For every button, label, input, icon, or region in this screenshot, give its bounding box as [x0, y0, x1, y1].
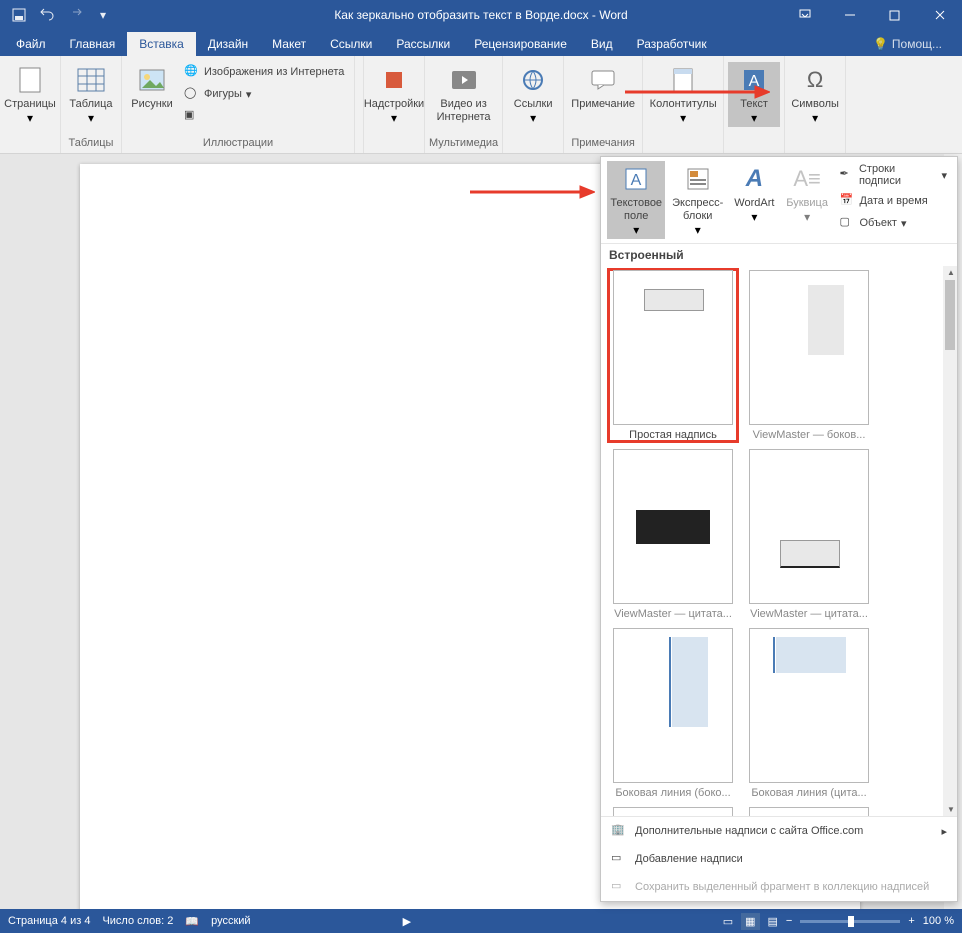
video-icon — [448, 64, 480, 96]
tables-group-label: Таблицы — [69, 135, 114, 151]
status-page[interactable]: Страница 4 из 4 — [8, 915, 90, 927]
tab-insert[interactable]: Вставка — [127, 32, 196, 56]
status-words[interactable]: Число слов: 2 — [102, 915, 173, 927]
zoom-in-button[interactable]: + — [908, 915, 914, 927]
tab-layout[interactable]: Макет — [260, 32, 318, 56]
save-icon[interactable] — [8, 4, 30, 26]
draw-textbox-button[interactable]: ▭ Добавление надписи — [601, 845, 957, 873]
tab-file[interactable]: Файл — [4, 32, 58, 56]
ribbon-tabs: Файл Главная Вставка Дизайн Макет Ссылки… — [0, 30, 962, 56]
macro-icon[interactable]: ▶ — [403, 915, 411, 928]
title-bar: ▾ Как зеркально отобразить текст в Ворде… — [0, 0, 962, 30]
addin-icon — [378, 64, 410, 96]
gallery-item-1[interactable]: ViewMaster — боков... — [745, 270, 873, 441]
wordart-button[interactable]: A WordArt▾ — [730, 161, 779, 239]
gallery-item-7[interactable]: Боковая панель "Асп... — [745, 807, 873, 816]
comments-group-label: Примечания — [571, 135, 635, 151]
text-dropdown-panel: A Текстовое поле▾ Экспресс-блоки▾ A Word… — [600, 156, 958, 902]
wordart-icon: A — [738, 163, 770, 195]
online-pictures-button[interactable]: 🌐Изображения из Интернета — [180, 62, 350, 82]
qat-dropdown-icon[interactable]: ▾ — [92, 4, 114, 26]
media-group-label: Мультимедиа — [429, 135, 498, 151]
datetime-button[interactable]: 📅Дата и время — [836, 191, 952, 211]
tab-home[interactable]: Главная — [58, 32, 128, 56]
status-language[interactable]: русский — [211, 915, 250, 927]
save-selection-icon: ▭ — [611, 879, 627, 895]
online-video-button[interactable]: Видео из Интернета — [431, 62, 497, 126]
draw-textbox-icon: ▭ — [611, 851, 627, 867]
svg-text:A: A — [631, 172, 642, 189]
spellcheck-icon[interactable]: 📖 — [185, 915, 199, 928]
addins-button[interactable]: Надстройки▾ — [368, 62, 420, 127]
maximize-icon[interactable] — [872, 0, 917, 30]
redo-icon[interactable] — [64, 4, 86, 26]
table-icon — [75, 64, 107, 96]
textbox-button[interactable]: A Текстовое поле▾ — [607, 161, 665, 239]
gallery-item-2[interactable]: ViewMaster — цитата... — [609, 449, 737, 620]
tab-developer[interactable]: Разработчик — [625, 32, 719, 56]
picture-icon — [136, 64, 168, 96]
calendar-icon: 📅 — [840, 193, 856, 209]
shapes-button[interactable]: ◯Фигуры ▾ — [180, 84, 350, 104]
smartart-button[interactable]: ▣ — [180, 106, 350, 126]
comment-icon — [587, 64, 619, 96]
illustrations-group-label: Иллюстрации — [203, 135, 273, 151]
object-icon: ▢ — [840, 215, 856, 231]
minimize-icon[interactable] — [827, 0, 872, 30]
signature-icon: ✒ — [840, 167, 855, 183]
dropcap-icon: A≡ — [791, 163, 823, 195]
annotation-arrow-1 — [620, 82, 770, 102]
annotation-arrow-2 — [465, 182, 595, 202]
gallery-item-3[interactable]: ViewMaster — цитата... — [745, 449, 873, 620]
table-button[interactable]: Таблица▾ — [65, 62, 117, 127]
gallery-item-4[interactable]: Боковая линия (боко... — [609, 628, 737, 799]
pages-button[interactable]: Страницы▾ — [4, 62, 56, 127]
zoom-slider[interactable] — [800, 920, 900, 923]
close-icon[interactable] — [917, 0, 962, 30]
save-selection-button: ▭ Сохранить выделенный фрагмент в коллек… — [601, 873, 957, 901]
object-button[interactable]: ▢Объект ▾ — [836, 213, 952, 233]
dropcap-button[interactable]: A≡ Буквица▾ — [783, 161, 832, 239]
link-icon — [517, 64, 549, 96]
bulb-icon: 💡 — [873, 37, 888, 51]
textbox-icon: A — [620, 163, 652, 195]
shapes-icon: ◯ — [184, 86, 200, 102]
symbols-button[interactable]: Ω Символы▾ — [789, 62, 841, 127]
textbox-gallery: Простая надпись ViewMaster — боков... Vi… — [601, 266, 957, 816]
print-layout-icon[interactable]: ▦ — [741, 913, 759, 930]
zoom-out-button[interactable]: − — [786, 915, 792, 927]
tab-view[interactable]: Вид — [579, 32, 625, 56]
gallery-item-5[interactable]: Боковая линия (цита... — [745, 628, 873, 799]
omega-icon: Ω — [799, 64, 831, 96]
smartart-icon: ▣ — [184, 108, 200, 124]
gallery-item-simple[interactable]: Простая надпись — [609, 270, 737, 441]
quickparts-button[interactable]: Экспресс-блоки▾ — [669, 161, 726, 239]
office-icon: 🏢 — [611, 823, 627, 839]
tab-review[interactable]: Рецензирование — [462, 32, 579, 56]
tab-references[interactable]: Ссылки — [318, 32, 384, 56]
ribbon: Страницы▾ Таблица▾ Таблицы Рисунки 🌐Изоб… — [0, 56, 962, 154]
window-title: Как зеркально отобразить текст в Ворде.d… — [334, 8, 627, 22]
web-layout-icon[interactable]: ▤ — [768, 915, 778, 928]
ribbon-options-icon[interactable] — [782, 0, 827, 30]
builtin-header: Встроенный — [601, 244, 957, 266]
globe-icon: 🌐 — [184, 64, 200, 80]
tab-mailings[interactable]: Рассылки — [384, 32, 462, 56]
undo-icon[interactable] — [36, 4, 58, 26]
gallery-item-6[interactable]: Боковая панель "Асп... — [609, 807, 737, 816]
pictures-button[interactable]: Рисунки — [126, 62, 178, 113]
quickparts-icon — [682, 163, 714, 195]
page-icon — [14, 64, 46, 96]
zoom-level[interactable]: 100 % — [923, 915, 954, 927]
gallery-scrollbar[interactable]: ▲ ▼ — [943, 266, 957, 816]
read-mode-icon[interactable]: ▭ — [723, 915, 733, 928]
tab-design[interactable]: Дизайн — [196, 32, 260, 56]
more-from-office-button[interactable]: 🏢 Дополнительные надписи с сайта Office.… — [601, 817, 957, 845]
status-bar: Страница 4 из 4 Число слов: 2 📖 русский … — [0, 909, 962, 933]
signature-line-button[interactable]: ✒Строки подписи ▾ — [836, 161, 952, 189]
links-button[interactable]: Ссылки▾ — [507, 62, 559, 127]
help-search[interactable]: 💡Помощ... — [853, 32, 962, 56]
